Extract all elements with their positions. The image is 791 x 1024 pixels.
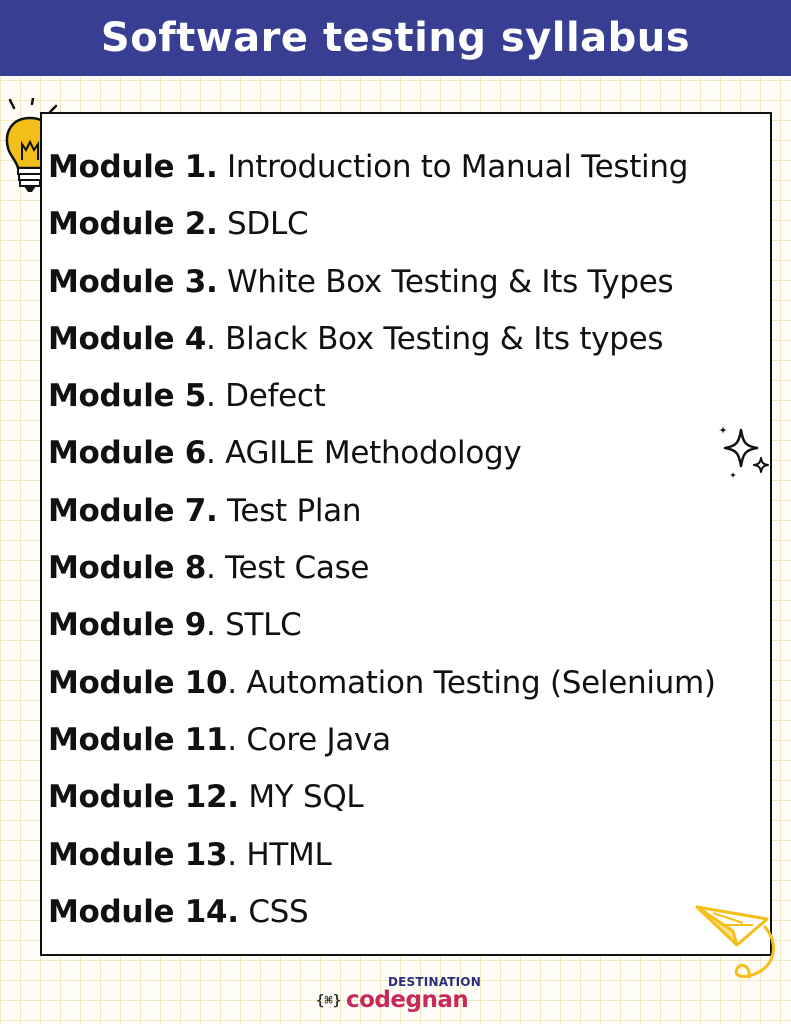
list-item: Module 11. Core Java: [48, 712, 716, 769]
list-item: Module 2. SDLC: [48, 196, 716, 253]
module-label: Module 12.: [48, 779, 239, 816]
module-title: Introduction to Manual Testing: [217, 149, 689, 185]
module-label: Module 11: [48, 721, 228, 758]
module-label: Module 4: [48, 320, 207, 357]
paper-plane-icon: [695, 905, 775, 979]
module-label: Module 10: [48, 664, 228, 701]
module-title: . Core Java: [227, 721, 391, 758]
module-title: . Defect: [206, 378, 326, 415]
list-item: Module 7. Test Plan: [48, 483, 716, 540]
module-label: Module 1.: [48, 149, 218, 185]
list-item: Module 13. HTML: [48, 827, 716, 884]
module-label: Module 2.: [48, 206, 218, 243]
list-item: Module 14. CSS: [48, 884, 716, 941]
page-title: Software testing syllabus: [100, 15, 691, 61]
list-item: Module 9. STLC: [48, 597, 716, 654]
module-title: White Box Testing & Its Types: [217, 263, 674, 300]
module-label: Module 7.: [48, 492, 218, 529]
logo-brand-text: codegnan: [346, 987, 469, 1013]
module-label: Module 3.: [48, 263, 218, 300]
list-item: Module 8. Test Case: [48, 540, 716, 597]
logo-mark-icon: {⌘}: [316, 993, 342, 1009]
module-label: Module 5: [48, 378, 207, 415]
list-item: Module 6. AGILE Methodology: [48, 425, 716, 482]
module-label: Module 9: [48, 607, 207, 644]
codegnan-logo: DESTINATION {⌘} codegnan: [316, 975, 486, 1020]
module-title: SDLC: [217, 206, 309, 243]
module-title: . Black Box Testing & Its types: [206, 320, 664, 357]
module-title: . STLC: [206, 607, 302, 644]
list-item: Module 1. Introduction to Manual Testing: [48, 139, 716, 196]
list-item: Module 5. Defect: [48, 368, 716, 425]
module-title: . Automation Testing (Selenium): [227, 664, 716, 701]
sparkle-icon: [719, 426, 769, 478]
module-title: CSS: [238, 893, 309, 930]
module-title: . Test Case: [206, 550, 370, 587]
header-bar: Software testing syllabus: [0, 0, 791, 76]
list-item: Module 4. Black Box Testing & Its types: [48, 311, 716, 368]
module-label: Module 13: [48, 836, 228, 873]
module-label: Module 6: [48, 435, 207, 472]
module-title: MY SQL: [238, 779, 364, 816]
list-item: Module 3. White Box Testing & Its Types: [48, 254, 716, 311]
module-label: Module 8: [48, 550, 207, 587]
module-title: Test Plan: [217, 492, 362, 529]
module-label: Module 14.: [48, 893, 239, 930]
module-list: Module 1. Introduction to Manual Testing…: [48, 139, 716, 941]
module-title: . HTML: [227, 836, 332, 873]
module-title: . AGILE Methodology: [206, 435, 522, 472]
list-item: Module 10. Automation Testing (Selenium): [48, 655, 716, 712]
list-item: Module 12. MY SQL: [48, 769, 716, 826]
